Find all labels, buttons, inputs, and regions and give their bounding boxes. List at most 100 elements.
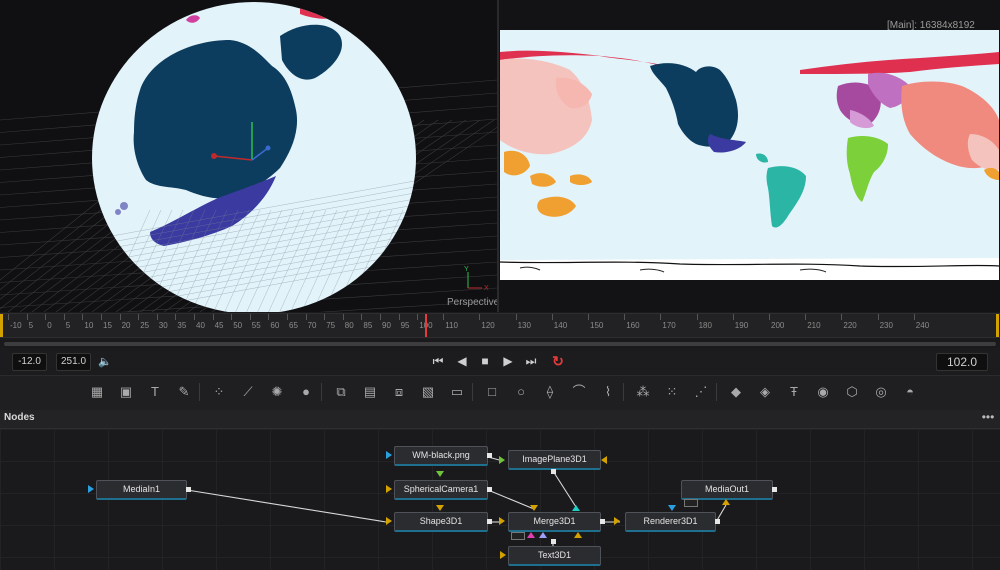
merge-blue-port[interactable] [539,532,547,538]
imageplane-material-port[interactable] [601,456,607,464]
wm-input-port[interactable] [386,451,392,459]
particle-emitter-icon[interactable]: ⁂ [633,382,653,402]
ruler-tick-label: 200 [771,321,785,330]
bspline-mask-icon[interactable]: ⌒ [569,382,589,402]
viewer-2d-main[interactable]: [Main]: 16384x8192 float32 [499,0,1000,312]
merge-output-port[interactable] [600,519,605,524]
ruler-tick-label: 130 [517,321,531,330]
imageplane-input-port[interactable] [499,456,505,464]
merge-magenta-port[interactable] [527,532,535,538]
merge-left-input-port[interactable] [499,517,505,525]
resize-tool-icon[interactable]: ▭ [447,382,467,402]
transform-tool-icon[interactable]: ▧ [418,382,438,402]
ruler-tick-label: 220 [843,321,857,330]
particle-tool-icon[interactable]: ⁘ [209,382,229,402]
shape-input-port[interactable] [386,517,392,525]
brightness-tool-icon[interactable]: ✺ [267,382,287,402]
shape-output-port[interactable] [487,519,492,524]
node-renderer3d1[interactable]: Renderer3D1 [625,512,716,532]
renderer-output-port[interactable] [715,519,720,524]
node-sphericalcamera1[interactable]: SphericalCamera1 [394,480,488,500]
blur-tool-icon[interactable]: ● [296,382,316,402]
step-back-button[interactable]: ◀ [451,351,473,371]
audio-toggle-button[interactable]: 🔈 [94,351,116,371]
imageplane-output-port[interactable] [551,469,556,474]
particle-kill-icon[interactable]: ⋰ [691,382,711,402]
text-output-port[interactable] [551,539,556,544]
go-to-start-button[interactable]: ⏮ [427,351,449,371]
matte-tool-icon[interactable]: ▤ [360,382,380,402]
global-end-time[interactable]: 251.0 [56,353,91,371]
merge-tool-icon[interactable]: ⧉ [331,382,351,402]
loop-button[interactable]: ↻ [547,351,569,371]
global-start-time[interactable]: -12.0 [12,353,47,371]
ruler-tick-label: 45 [214,321,224,330]
image-tool-icon[interactable]: ▣ [116,382,136,402]
polygon-mask-icon[interactable]: ⟠ [540,382,560,402]
image-plane3d-icon[interactable]: ◈ [755,382,775,402]
mediaout-input-port[interactable] [722,499,730,505]
merge-bottom-port[interactable] [574,532,582,538]
range-end-marker[interactable] [996,314,999,337]
camera3d-icon[interactable]: ◎ [871,382,891,402]
timeline-scrollbar[interactable] [4,342,996,346]
ruler-tick [268,314,270,320]
mediaout-toggle-icon[interactable] [684,499,698,507]
play-button[interactable]: ▶ [497,351,519,371]
renderer-input-port[interactable] [614,517,620,525]
node-shape3d1[interactable]: Shape3D1 [394,512,488,532]
ruler-tick [417,314,419,320]
rectangle-mask-icon[interactable]: □ [482,382,502,402]
ruler-tick [287,314,288,320]
ellipse-mask-icon[interactable]: ○ [511,382,531,402]
color-curve-tool-icon[interactable]: ⟋ [238,382,258,402]
node-mediain1[interactable]: MediaIn1 [96,480,187,500]
mediain-input-port[interactable] [88,485,94,493]
text-input-port[interactable] [500,551,506,559]
text-tool-icon[interactable]: T [145,382,165,402]
node-mediaout1[interactable]: MediaOut1 [681,480,773,500]
stop-button[interactable]: ■ [474,351,496,371]
current-frame-field[interactable]: 102.0 [936,353,988,371]
background-tool-icon[interactable]: ▦ [87,382,107,402]
renderer-top-port[interactable] [668,505,676,511]
node-text3d1[interactable]: Text3D1 [508,546,601,566]
playhead[interactable] [425,314,427,337]
particle-render-icon[interactable]: ⁙ [662,382,682,402]
globe-grid-line [396,209,416,312]
viewer-3d-perspective[interactable]: Y X Perspective [0,0,497,312]
ruler-tick-label: 35 [177,321,187,330]
ruler-tick-label: 170 [662,321,676,330]
nodes-panel-menu-button[interactable]: ••• [978,410,998,426]
viewer-camera-label[interactable]: Perspective [447,297,497,308]
shape3d-icon[interactable]: ◆ [726,382,746,402]
channel-boolean-tool-icon[interactable]: ⧈ [389,382,409,402]
node-merge3d1[interactable]: Merge3D1 [508,512,601,532]
mediaout-output-port[interactable] [772,487,777,492]
wm-output-port[interactable] [487,453,492,458]
shape-top-port[interactable] [436,505,444,511]
merge-top-input-port[interactable] [530,505,538,511]
merge-teal-input-port[interactable] [572,505,580,511]
node-graph-canvas[interactable]: WM-black.png ImagePlane3D1 MediaIn1 Sphe… [0,429,1000,570]
mediain-output-port[interactable] [186,487,191,492]
node-imageplane3d1[interactable]: ImagePlane3D1 [508,450,601,470]
camera-image-input-port[interactable] [436,471,444,477]
globe-scene: Y X [0,2,497,312]
paint-tool-icon[interactable]: ✎ [174,382,194,402]
toolbar-separator [321,383,322,401]
ruler-tick [305,314,307,320]
light3d-icon[interactable]: ◓ [900,382,920,402]
node-wm-black[interactable]: WM-black.png [394,446,488,466]
camera-output-port[interactable] [487,487,492,492]
range-start-marker[interactable] [0,314,3,337]
tracker-tool-icon[interactable]: ⌇ [598,382,618,402]
renderer3d-icon[interactable]: ⬡ [842,382,862,402]
camera-input-port[interactable] [386,485,392,493]
go-to-end-button[interactable]: ⏭ [520,351,542,371]
time-ruler[interactable]: -10 5 0 5 10 15 20 25 30 35 40 45 50 55 60 65 70 75 80 85 90… [0,313,1000,338]
text3d-icon[interactable]: Ŧ [784,382,804,402]
merge-toggle-icon[interactable] [511,532,525,540]
merge3d-icon[interactable]: ◉ [813,382,833,402]
ruler-tick [249,314,251,320]
